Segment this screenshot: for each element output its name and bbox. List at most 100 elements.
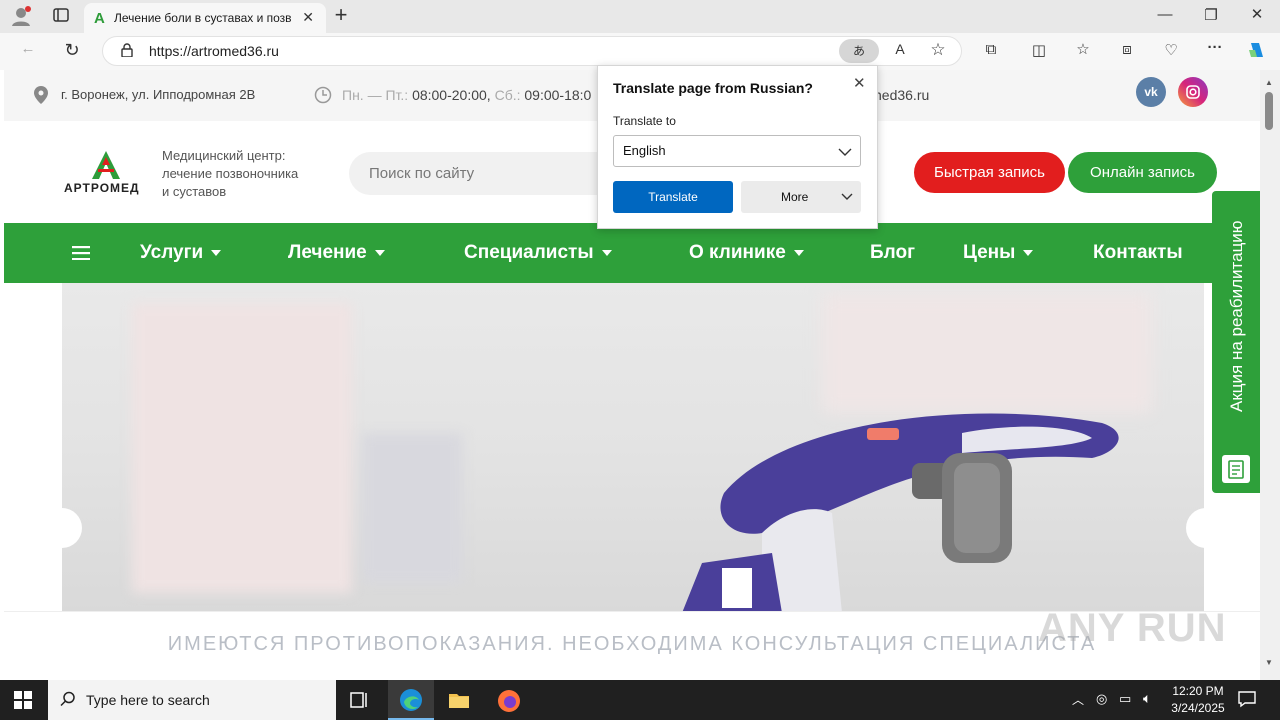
language-select[interactable]: English <box>613 135 861 167</box>
chevron-down-icon <box>601 249 612 256</box>
chevron-down-icon <box>374 249 385 256</box>
hamburger-menu-icon[interactable] <box>72 246 90 265</box>
nav-label: Контакты <box>1093 242 1183 263</box>
hours-weekdays-value: 08:00-20:00, <box>412 87 491 103</box>
form-icon <box>1222 455 1250 483</box>
copilot-icon[interactable] <box>1246 40 1268 62</box>
hero-background-window <box>362 433 462 583</box>
close-window-icon[interactable]: ✕ <box>1246 5 1268 23</box>
site-favicon: A <box>94 9 105 27</box>
promo-side-tab-label: Акция на реабилитацию <box>1227 220 1246 412</box>
slider-next-button[interactable] <box>1186 508 1204 548</box>
edge-taskbar-icon[interactable] <box>388 680 434 720</box>
lock-icon[interactable] <box>119 43 135 60</box>
extensions-icon[interactable]: ⧉ <box>980 41 1002 58</box>
scroll-down-icon[interactable]: ▼ <box>1265 658 1273 667</box>
new-tab-icon[interactable]: + <box>330 4 352 28</box>
search-icon <box>60 691 76 710</box>
tab-title: Лечение боли в суставах и позв <box>114 11 292 25</box>
volume-icon[interactable]: 🔈︎ <box>1143 690 1151 707</box>
file-explorer-icon[interactable] <box>448 690 470 715</box>
nav-item-treatment[interactable]: Лечение <box>288 223 385 283</box>
more-button[interactable]: More <box>741 181 861 213</box>
nav-item-services[interactable]: Услуги <box>140 223 222 283</box>
close-tab-icon[interactable]: ✕ <box>302 9 314 26</box>
translate-popup-title: Translate page from Russian? <box>613 80 813 96</box>
chevron-down-icon <box>211 249 222 256</box>
hours-sat-label: Сб.: <box>494 87 521 103</box>
hero-background-window <box>822 293 1152 413</box>
chevron-down-icon <box>838 148 852 156</box>
nav-item-blog[interactable]: Блог <box>870 223 915 283</box>
hours-weekdays-label: Пн. — Пт.: <box>342 87 409 103</box>
tagline-line-3: и суставов <box>162 184 227 199</box>
nav-label: Специалисты <box>464 242 594 263</box>
profile-icon[interactable] <box>8 5 34 29</box>
back-icon[interactable]: ← <box>16 40 40 57</box>
nav-item-prices[interactable]: Цены <box>963 223 1034 283</box>
windows-start-icon[interactable] <box>14 691 32 714</box>
slider-prev-button[interactable] <box>62 508 82 548</box>
logo-mark-icon <box>92 151 120 179</box>
chevron-down-icon <box>793 249 804 256</box>
minimize-icon[interactable]: — <box>1154 6 1176 23</box>
browser-tab-bar: A Лечение боли в суставах и позв ✕ + — ❐… <box>0 0 1280 33</box>
task-view-icon[interactable] <box>350 691 370 714</box>
tab-actions-icon[interactable] <box>50 6 72 28</box>
tray-meet-icon[interactable]: ◎ <box>1096 691 1107 707</box>
language-select-value: English <box>623 143 666 158</box>
logo-text: АРТРОМЕД <box>64 181 140 195</box>
taskbar-search-placeholder: Type here to search <box>86 692 210 708</box>
nav-item-specialists[interactable]: Специалисты <box>464 223 612 283</box>
read-aloud-icon[interactable]: A <box>889 41 911 57</box>
instagram-icon[interactable] <box>1178 77 1208 107</box>
nav-label: О клинике <box>689 242 786 263</box>
notifications-icon[interactable] <box>1238 690 1256 713</box>
scroll-up-icon[interactable]: ▲ <box>1265 78 1273 87</box>
nav-item-about[interactable]: О клинике <box>689 223 804 283</box>
email-link[interactable]: ned36.ru <box>874 87 929 103</box>
tray-chevron-up-icon[interactable]: ︿ <box>1072 691 1084 708</box>
more-button-label: More <box>781 190 809 204</box>
collections-icon[interactable]: ⧈ <box>1116 41 1138 58</box>
split-screen-icon[interactable]: ◫ <box>1028 41 1050 59</box>
anyrun-watermark: ANY RUN <box>1038 606 1227 650</box>
favorites-icon[interactable]: ☆ <box>1072 40 1094 58</box>
address-bar[interactable]: https://artromed36.ru あ A ☆ <box>102 36 962 66</box>
translate-to-label: Translate to <box>613 114 676 128</box>
clock-date[interactable]: 3/24/2025 <box>1166 701 1230 715</box>
quick-booking-button[interactable]: Быстрая запись <box>914 152 1065 193</box>
clock-time[interactable]: 12:20 PM <box>1170 684 1226 698</box>
vk-icon[interactable]: vk <box>1136 77 1166 107</box>
windows-taskbar: Type here to search ︿ ◎ ▭ 🔈︎ 12:20 PM 3/… <box>0 680 1280 720</box>
hero-background-window <box>132 303 352 593</box>
promo-side-tab[interactable]: Акция на реабилитацию <box>1212 191 1260 493</box>
location-pin-icon <box>34 86 48 107</box>
translate-icon[interactable]: あ <box>839 39 879 63</box>
performance-icon[interactable]: ♡ <box>1160 41 1182 59</box>
url-text: https://artromed36.ru <box>149 43 279 59</box>
page-scrollbar[interactable]: ▲ ▼ <box>1260 70 1280 680</box>
firefox-icon[interactable] <box>497 689 521 718</box>
chevron-down-icon <box>841 193 853 200</box>
favorite-star-icon[interactable]: ☆ <box>927 40 949 60</box>
online-booking-button[interactable]: Онлайн запись <box>1068 152 1217 193</box>
nav-label: Цены <box>963 242 1016 263</box>
refresh-icon[interactable]: ↻ <box>60 40 84 61</box>
hero-slider <box>62 283 1204 613</box>
taskbar-search-box[interactable]: Type here to search <box>48 680 336 720</box>
translate-button[interactable]: Translate <box>613 181 733 213</box>
network-icon[interactable]: ▭ <box>1119 691 1131 707</box>
site-logo[interactable]: АРТРОМЕД <box>64 151 148 197</box>
hours-weekdays: Пн. — Пт.: 08:00-20:00, Сб.: 09:00-18:0 <box>342 87 591 103</box>
more-icon[interactable]: ··· <box>1204 39 1226 56</box>
hero-device-image <box>682 413 1119 613</box>
nav-item-contacts[interactable]: Контакты <box>1093 223 1183 283</box>
close-icon[interactable]: ✕ <box>853 74 866 92</box>
nav-label: Услуги <box>140 242 204 263</box>
chevron-down-icon <box>1023 249 1034 256</box>
nav-label: Лечение <box>288 242 367 263</box>
maximize-icon[interactable]: ❐ <box>1200 6 1222 24</box>
scrollbar-thumb[interactable] <box>1265 92 1273 130</box>
browser-tab-active[interactable]: A Лечение боли в суставах и позв ✕ <box>84 3 326 33</box>
